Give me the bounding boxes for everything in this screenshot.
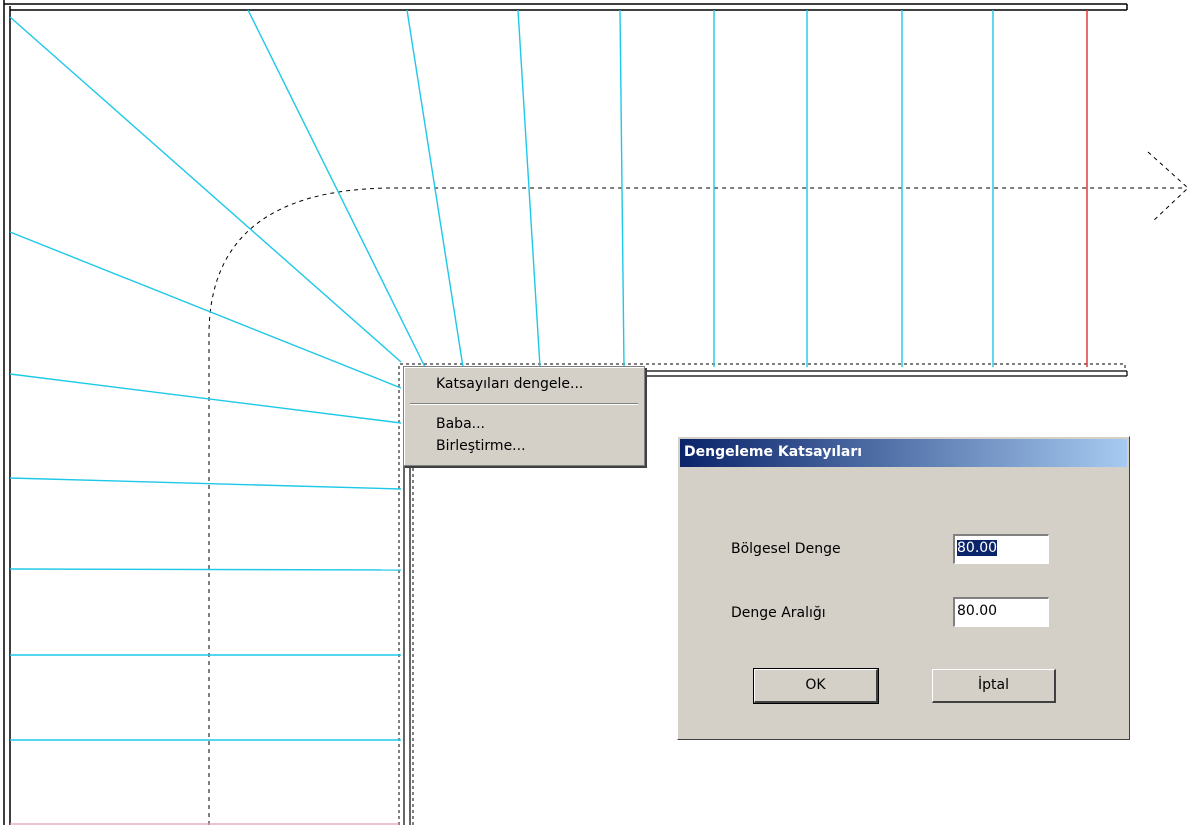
menu-item-label: Katsayıları dengele...	[436, 376, 584, 392]
step-line	[9, 477, 402, 490]
step-line	[9, 373, 402, 424]
dialog-title: Dengeleme Katsayıları	[684, 444, 863, 460]
menu-item-baba[interactable]: Baba...	[406, 413, 642, 435]
menu-item-birlestirme[interactable]: Birleştirme...	[406, 435, 642, 457]
step-line	[9, 568, 402, 571]
step-line	[406, 9, 464, 368]
bolgesel-denge-input[interactable]: 80.00	[953, 534, 1049, 564]
denge-araligi-label: Denge Aralığı	[731, 605, 826, 621]
bolgesel-denge-label: Bölgesel Denge	[731, 541, 841, 557]
cancel-button-label: İptal	[978, 677, 1009, 693]
ok-button[interactable]: OK	[753, 668, 879, 704]
dialog-titlebar[interactable]: Dengeleme Katsayıları	[680, 439, 1127, 467]
menu-item-label: Birleştirme...	[436, 438, 526, 454]
denge-araligi-input[interactable]: 80.00	[953, 597, 1049, 627]
bolgesel-denge-value: 80.00	[957, 540, 998, 556]
menu-separator	[410, 403, 638, 405]
step-line	[517, 9, 541, 368]
context-menu: Katsayıları dengele... Baba... Birleştir…	[403, 366, 645, 466]
cancel-button[interactable]: İptal	[932, 669, 1056, 703]
dengeleme-dialog: Dengeleme Katsayıları Bölgesel Denge 80.…	[677, 436, 1130, 740]
menu-item-katsayilari-dengele[interactable]: Katsayıları dengele...	[406, 373, 642, 395]
step-line	[247, 9, 426, 368]
denge-araligi-value: 80.00	[957, 603, 998, 619]
ok-button-label: OK	[805, 677, 826, 693]
menu-item-label: Baba...	[436, 416, 485, 432]
walking-line-arrow	[1147, 151, 1189, 223]
